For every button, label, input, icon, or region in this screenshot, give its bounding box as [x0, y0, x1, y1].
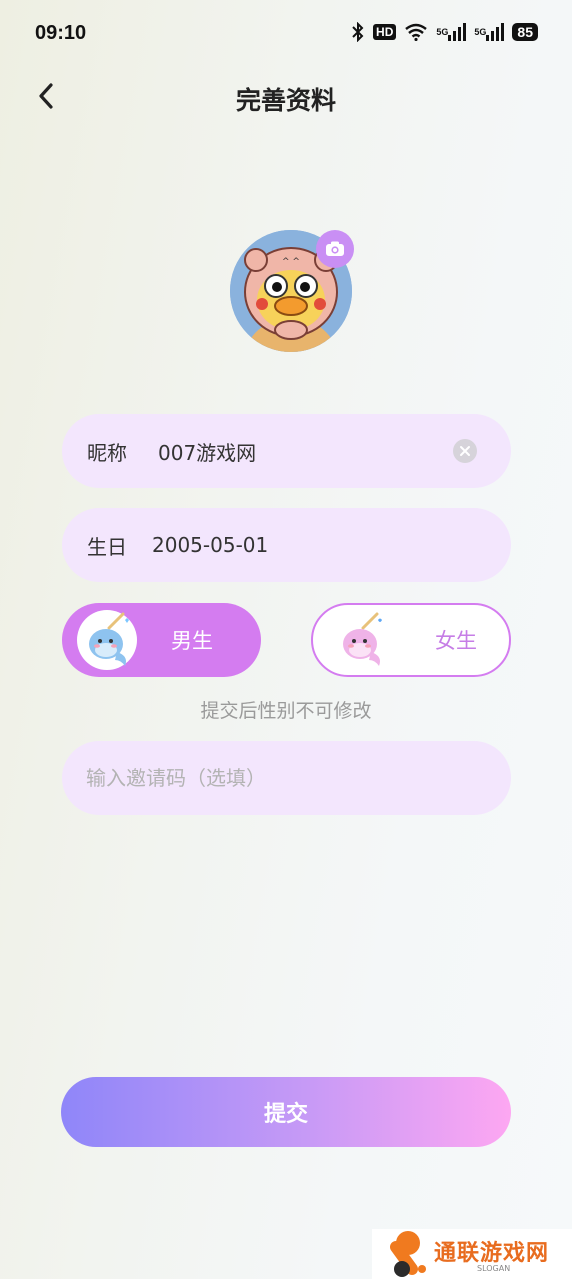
- narwhal-blue-icon: [77, 610, 137, 670]
- status-bar: 09:10 HD 5G 5G 85: [0, 0, 572, 68]
- submit-button[interactable]: 提交: [61, 1077, 511, 1147]
- status-icons: HD 5G 5G 85: [351, 22, 538, 42]
- invite-code-input[interactable]: [62, 741, 511, 815]
- network-type-1: 5G: [436, 27, 449, 37]
- gender-male-button[interactable]: 男生: [62, 603, 261, 677]
- birthday-value[interactable]: 2005-05-01: [152, 533, 268, 557]
- watermark-text: 通联游戏网: [434, 1241, 550, 1266]
- camera-icon[interactable]: [316, 230, 354, 268]
- nickname-label: 昵称: [87, 440, 127, 465]
- nav-bar: 完善资料: [0, 68, 572, 128]
- avatar-upload[interactable]: ^ ^: [230, 230, 354, 354]
- narwhal-pink-icon: [331, 610, 391, 670]
- watermark-logo: 通联游戏网 SLOGAN: [372, 1229, 572, 1279]
- submit-label: 提交: [263, 1102, 308, 1127]
- watermark-icon: [390, 1231, 426, 1277]
- clear-icon[interactable]: [453, 439, 477, 463]
- wifi-icon: [404, 23, 428, 41]
- network-type-2: 5G: [474, 27, 487, 37]
- svg-text:^ ^: ^ ^: [282, 257, 300, 267]
- page-title: 完善资料: [235, 86, 336, 115]
- invite-code-field[interactable]: [62, 741, 511, 815]
- battery-indicator: 85: [512, 23, 538, 41]
- nickname-input[interactable]: 007游戏网: [158, 437, 256, 466]
- bluetooth-icon: [351, 22, 365, 42]
- birthday-field[interactable]: 生日 2005-05-01: [62, 508, 511, 582]
- signal-icon-2: 5G: [474, 23, 505, 41]
- nickname-field[interactable]: 昵称 007游戏网: [62, 414, 511, 488]
- watermark-slogan: SLOGAN: [477, 1264, 511, 1273]
- status-time: 09:10: [35, 22, 87, 44]
- signal-icon-1: 5G: [436, 23, 467, 41]
- gender-hint: 提交后性别不可修改: [200, 700, 372, 722]
- birthday-label: 生日: [87, 534, 127, 559]
- gender-female-button[interactable]: 女生: [311, 603, 511, 677]
- hd-badge: HD: [373, 24, 397, 40]
- gender-male-label: 男生: [171, 629, 213, 653]
- gender-female-label: 女生: [435, 629, 477, 653]
